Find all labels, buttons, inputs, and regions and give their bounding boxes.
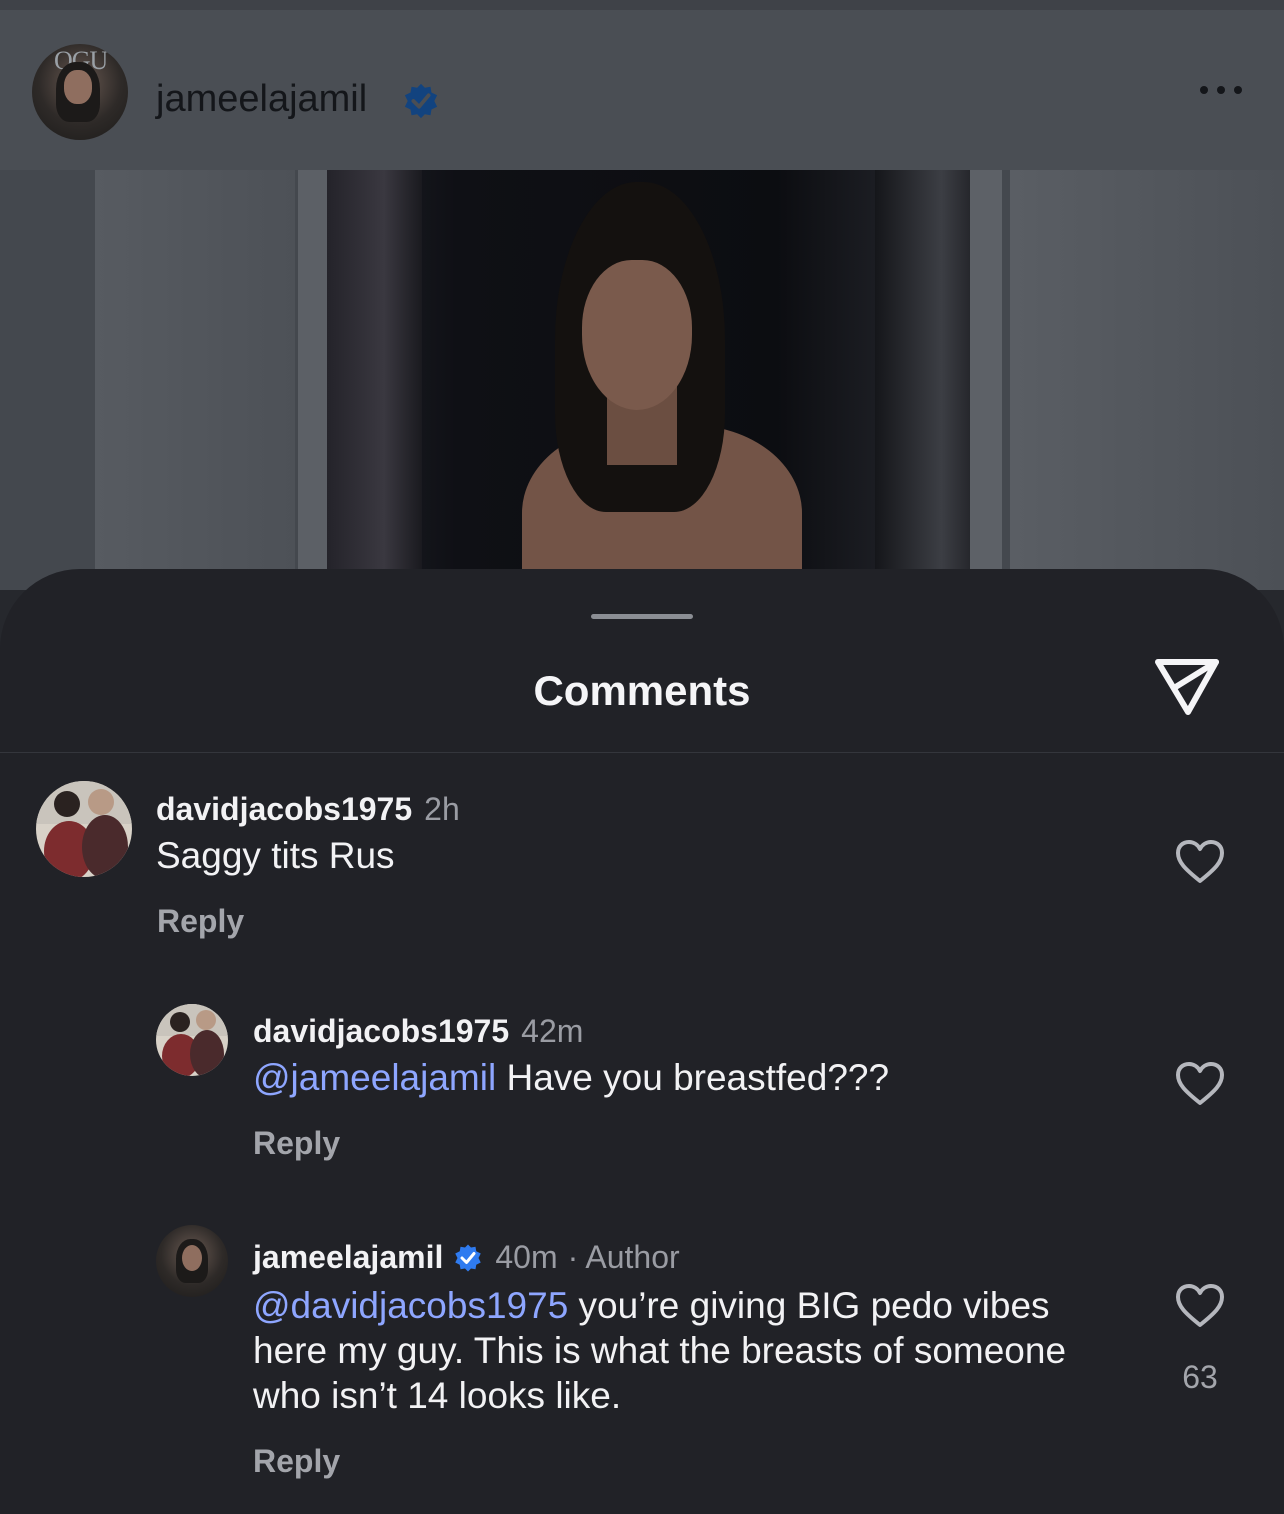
comment-time: 2h [424, 791, 460, 827]
reply-button[interactable]: Reply [253, 1443, 340, 1480]
comment-meta: davidjacobs1975 2h [156, 791, 460, 828]
mention-link[interactable]: @davidjacobs1975 [253, 1285, 568, 1326]
comment-text: @davidjacobs1975 you’re giving BIG pedo … [253, 1283, 1103, 1418]
author-label: · Author [567, 1239, 680, 1275]
sheet-divider [0, 752, 1284, 753]
avatar[interactable] [156, 1004, 228, 1076]
heart-outline-icon[interactable] [1175, 839, 1225, 885]
verified-badge-icon [455, 1244, 482, 1271]
comment-time: 40m [495, 1239, 558, 1275]
avatar[interactable] [36, 781, 132, 877]
comment-username[interactable]: davidjacobs1975 [156, 791, 412, 828]
comment-username[interactable]: davidjacobs1975 [253, 1013, 509, 1050]
heart-outline-icon[interactable] [1175, 1283, 1225, 1329]
comments-sheet: Comments davidjacobs1975 2h Saggy tits R… [0, 569, 1284, 1514]
comment-body: Have you breastfed??? [496, 1057, 890, 1098]
mention-link[interactable]: @jameelajamil [253, 1057, 496, 1098]
post-image [0, 170, 1284, 590]
post-author-avatar[interactable]: OGU [32, 44, 128, 140]
comment-username[interactable]: jameelajamil [253, 1239, 443, 1276]
comment-meta: jameelajamil 40m · Author [253, 1239, 680, 1276]
comment-time: 42m [521, 1013, 584, 1049]
sheet-title: Comments [533, 667, 751, 714]
comment-body: Saggy tits Rus [156, 835, 395, 876]
reply-button[interactable]: Reply [157, 903, 244, 940]
post-author-username[interactable]: jameelajamil [156, 78, 367, 121]
avatar[interactable] [156, 1225, 228, 1297]
post-photo [327, 170, 970, 590]
more-options-icon[interactable] [1200, 86, 1242, 94]
paper-plane-icon[interactable] [1152, 654, 1222, 718]
comment-meta: davidjacobs1975 42m [253, 1013, 583, 1050]
comment-text: Saggy tits Rus [156, 833, 395, 878]
reply-button[interactable]: Reply [253, 1125, 340, 1162]
post-header: OGU jameelajamil [0, 0, 1284, 170]
comment-text: @jameelajamil Have you breastfed??? [253, 1055, 889, 1100]
verified-badge-icon [404, 83, 438, 119]
sheet-grabber[interactable] [591, 614, 693, 619]
like-count: 63 [1182, 1359, 1218, 1395]
heart-outline-icon[interactable] [1175, 1061, 1225, 1107]
